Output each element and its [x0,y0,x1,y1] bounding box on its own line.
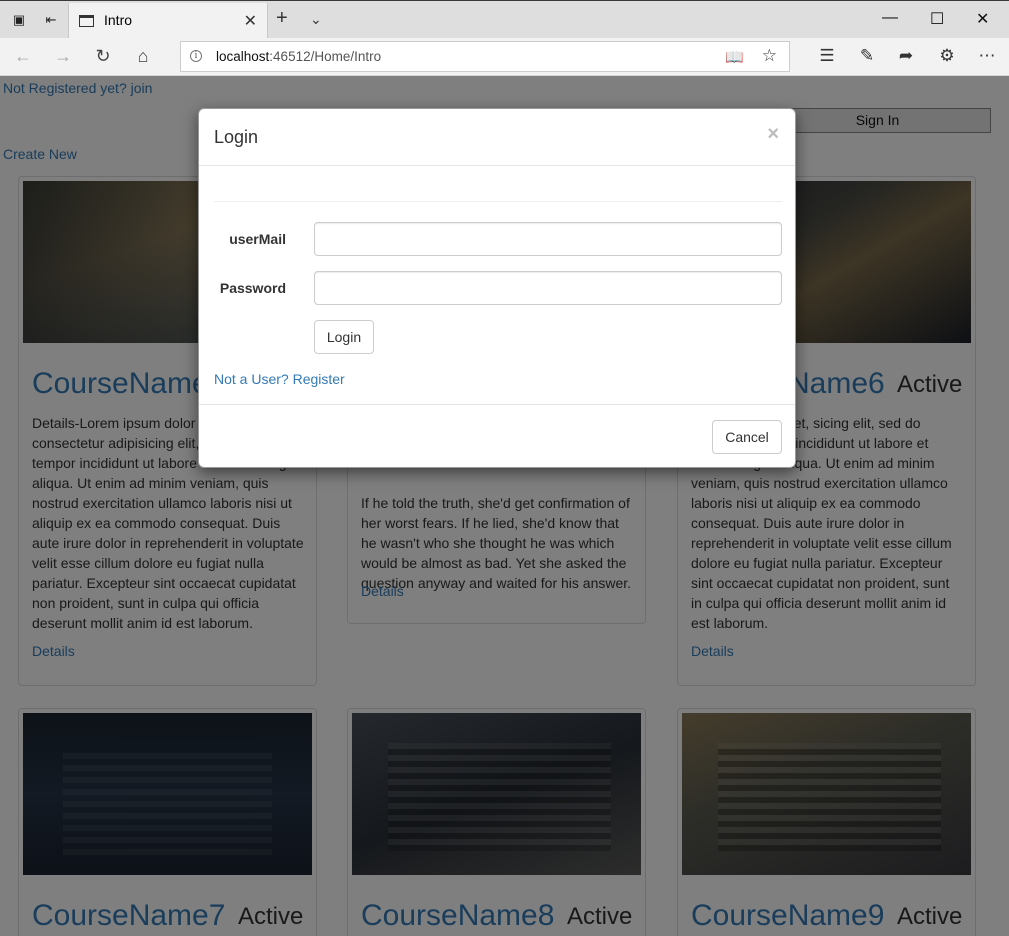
form-divider [214,201,782,202]
usermail-input[interactable] [314,222,782,256]
login-button[interactable]: Login [314,320,374,354]
site-info-icon[interactable]: i [190,50,202,62]
tab-close-icon[interactable]: ✕ [244,11,257,31]
refresh-icon[interactable]: ↻ [91,46,115,67]
browser-tab-bar: ▣ ⇤ Intro ✕ + ⌄ — ☐ ✕ [0,0,1009,39]
back-icon[interactable]: ← [11,46,35,67]
modal-footer-divider [199,404,795,405]
browser-tab[interactable]: Intro ✕ [68,3,268,39]
window-close-icon[interactable]: ✕ [976,9,989,29]
new-tab-icon[interactable]: + [276,7,288,30]
usermail-label: userMail [229,231,286,247]
minimize-icon[interactable]: — [882,9,898,27]
reading-view-icon[interactable]: 📖 [725,48,744,66]
tab-list-chevron-icon[interactable]: ⌄ [310,11,322,28]
favorites-hub-icon[interactable]: ☰ [816,46,838,66]
login-modal: Login × userMail Password Login Not a Us… [198,108,796,468]
address-bar[interactable]: i localhost:46512/Home/Intro 📖 ☆ [180,41,790,72]
set-aside-tabs-icon[interactable]: ⇤ [41,10,61,30]
maximize-icon[interactable]: ☐ [930,9,944,29]
url-text[interactable]: localhost:46512/Home/Intro [216,49,381,64]
cancel-button[interactable]: Cancel [712,420,782,454]
close-icon[interactable]: × [767,123,779,146]
share-icon[interactable]: ➦ [895,46,917,66]
register-link[interactable]: Not a User? Register [214,371,345,387]
extensions-icon[interactable]: ⚙ [936,46,958,66]
password-label: Password [219,280,286,296]
favorite-star-icon[interactable]: ☆ [762,46,777,66]
more-icon[interactable]: ⋯ [976,46,998,66]
page-icon [79,15,94,27]
password-input[interactable] [314,271,782,305]
modal-header-divider [199,165,795,166]
address-toolbar: ← → ↻ ⌂ i localhost:46512/Home/Intro 📖 ☆… [0,38,1009,76]
tab-actions-icon[interactable]: ▣ [9,10,29,30]
forward-icon[interactable]: → [51,46,75,67]
pen-notes-icon[interactable]: ✎ [856,46,878,66]
modal-title: Login [214,127,259,147]
tab-title: Intro [104,12,133,28]
home-icon[interactable]: ⌂ [131,46,155,67]
